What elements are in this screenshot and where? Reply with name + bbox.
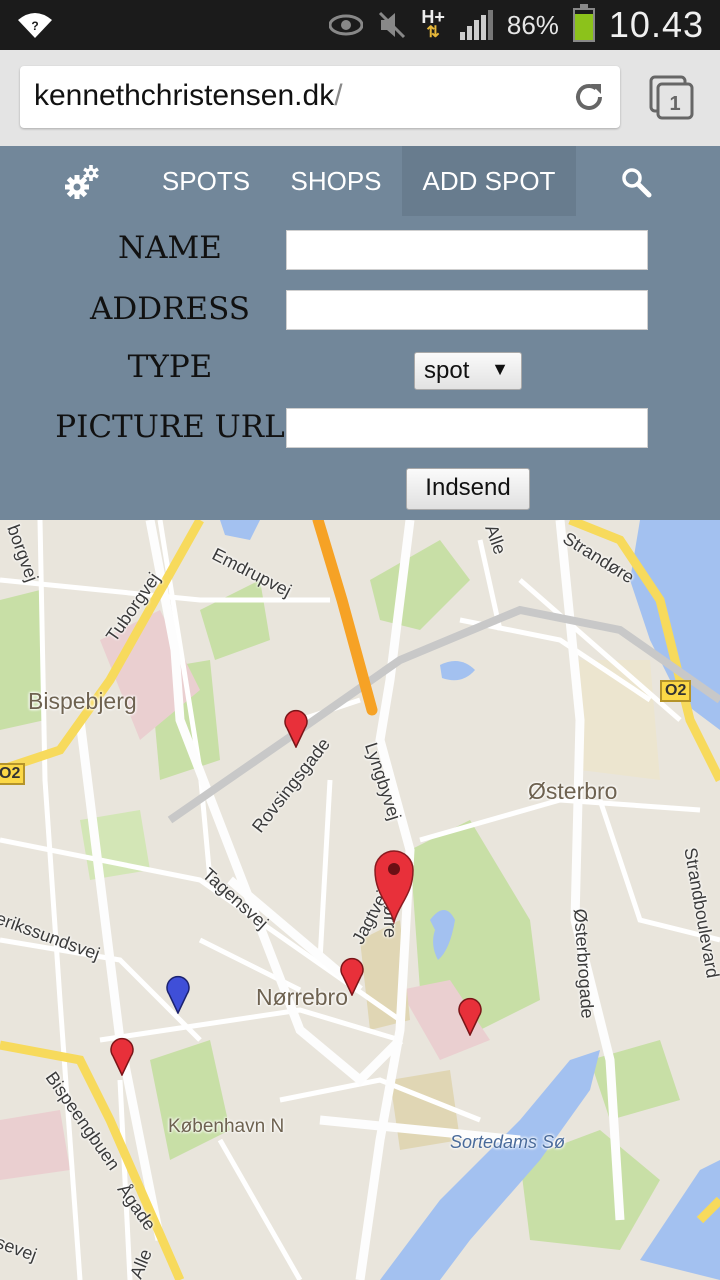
name-label: NAME <box>118 230 222 266</box>
search-icon[interactable] <box>620 166 652 198</box>
picture-url-label: PICTURE URL <box>55 409 285 445</box>
battery-percent: 86% <box>506 9 559 40</box>
address-label: ADDRESS <box>90 291 250 327</box>
shop-marker-pin[interactable] <box>165 972 191 1014</box>
tab-count: 1 <box>669 93 680 115</box>
reload-icon[interactable] <box>572 80 606 114</box>
address-bar[interactable]: kennethchristensen.dk/ <box>20 66 620 128</box>
clock: 10.43 <box>608 4 704 45</box>
network-type: H+ ⇅ <box>421 7 445 41</box>
road-shield-o2-left: O2 <box>0 763 26 785</box>
nav-shops[interactable]: SHOPS <box>278 146 394 216</box>
spot-marker-pin[interactable] <box>109 1034 135 1076</box>
browser-toolbar: kennethchristensen.dk/ 1 <box>0 50 720 146</box>
map-label-sortedams-so: Sortedams Sø <box>450 1132 566 1152</box>
wifi-icon: ? <box>18 13 52 38</box>
map-label-norrebro: Nørrebro <box>256 984 349 1010</box>
map[interactable]: Bispebjerg Østerbro Nørrebro København N… <box>0 520 720 1280</box>
status-bar: ? H+ ⇅ 86% 10.43 <box>0 0 720 50</box>
map-label-bispebjerg: Bispebjerg <box>28 688 137 714</box>
road-shield-o2-right: O2 <box>660 680 692 702</box>
map-label-kobenhavn-n: København N <box>168 1116 285 1137</box>
settings-gear-icon[interactable] <box>64 164 100 200</box>
nav-spots[interactable]: SPOTS <box>150 146 262 216</box>
tab-switcher-icon[interactable]: 1 <box>648 74 696 122</box>
dropdown-arrow-icon: ▼ <box>491 359 509 379</box>
picture-url-input[interactable] <box>286 408 648 448</box>
type-select[interactable]: spot ▼ <box>414 352 522 390</box>
selected-location-marker[interactable] <box>371 846 417 924</box>
nav-bar: SPOTS SHOPS ADD SPOT <box>0 146 720 216</box>
nav-add-spot[interactable]: ADD SPOT <box>402 146 576 216</box>
type-label: TYPE <box>127 349 213 385</box>
spot-marker-pin[interactable] <box>339 954 365 996</box>
eye-icon <box>329 14 364 36</box>
url-text[interactable]: kennethchristensen.dk/ <box>34 79 343 113</box>
spot-marker-pin[interactable] <box>283 706 309 748</box>
battery-icon <box>572 4 595 42</box>
mute-icon <box>379 11 406 39</box>
address-input[interactable] <box>286 290 648 330</box>
svg-text:?: ? <box>31 19 38 33</box>
name-input[interactable] <box>286 230 648 270</box>
submit-button[interactable]: Indsend <box>406 468 530 510</box>
signal-icon <box>459 10 493 40</box>
spot-marker-pin[interactable] <box>457 994 483 1036</box>
map-label-osterbro: Østerbro <box>528 778 618 804</box>
spot-panel: SPOTS SHOPS ADD SPOT NAME ADDRESS TYPE s… <box>0 146 720 520</box>
type-select-value: spot <box>424 357 470 384</box>
